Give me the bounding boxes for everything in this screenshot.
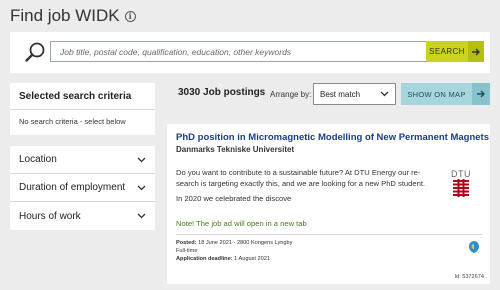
results-count: 3030 Job postings — [178, 87, 266, 98]
chevron-down-icon — [137, 157, 146, 162]
chevron-down-icon — [137, 185, 146, 190]
page-title-text: Find job WIDK — [10, 6, 120, 25]
selected-criteria-panel: Selected search criteria No search crite… — [10, 83, 155, 135]
search-input[interactable] — [50, 41, 426, 62]
show-on-map-button[interactable]: SHOW ON MAP — [401, 83, 490, 105]
job-title-link[interactable]: PhD position in Micromagnetic Modelling … — [176, 132, 489, 143]
job-hours: Full-time — [176, 248, 198, 254]
arrow-right-icon — [468, 41, 484, 62]
divider — [176, 234, 482, 235]
selected-criteria-text: No search criteria - select below — [19, 117, 126, 126]
posted-value: 18 June 2021 - 2800 Kongens Lyngby — [198, 240, 293, 246]
filter-duration[interactable]: Duration of employment — [10, 174, 155, 202]
filter-location[interactable]: Location — [10, 146, 155, 174]
job-company: Danmarks Tekniske Universitet — [176, 145, 295, 154]
filters-panel: Location Duration of employment Hours of… — [10, 146, 155, 230]
job-note: Note! The job ad will open in a new tab — [176, 219, 307, 228]
show-on-map-label: SHOW ON MAP — [407, 89, 466, 99]
arrange-selected-value: Best match — [320, 89, 361, 99]
job-posted: Posted: 18 June 2021 - 2800 Kongens Lyng… — [176, 240, 292, 246]
job-deadline: Application deadline: 1 August 2021 — [176, 256, 270, 262]
dtu-logo: DTU — [451, 169, 471, 197]
arrow-right-icon — [472, 83, 490, 105]
dtu-logo-text: DTU — [451, 169, 471, 179]
arrange-label: Arrange by: — [270, 90, 312, 99]
deadline-value: 1 August 2021 — [234, 256, 270, 262]
filter-label: Location — [19, 154, 57, 165]
search-button-label: SEARCH — [429, 47, 465, 56]
filter-label: Duration of employment — [19, 182, 126, 193]
info-icon[interactable]: i — [124, 10, 136, 22]
posted-label: Posted: — [176, 240, 197, 246]
arrange-select[interactable]: Best match — [313, 83, 396, 105]
jobnet-icon — [469, 241, 479, 253]
page-title: Find job WIDK i — [10, 5, 136, 27]
search-panel: SEARCH — [10, 32, 490, 73]
search-icon — [25, 42, 45, 62]
selected-criteria-heading: Selected search criteria — [10, 83, 155, 110]
filter-hours[interactable]: Hours of work — [10, 202, 155, 230]
chevron-down-icon — [380, 91, 389, 97]
job-id: Id: 5372674 — [454, 274, 484, 280]
job-description: Do you want to contribute to a sustainab… — [176, 168, 426, 188]
job-card[interactable]: PhD position in Micromagnetic Modelling … — [167, 124, 490, 284]
search-button[interactable]: SEARCH — [426, 41, 484, 62]
job-description-more: In 2020 we celebrated the discove — [176, 194, 292, 203]
chevron-down-icon — [137, 213, 146, 219]
deadline-label: Application deadline: — [176, 256, 233, 262]
filter-label: Hours of work — [19, 210, 81, 222]
